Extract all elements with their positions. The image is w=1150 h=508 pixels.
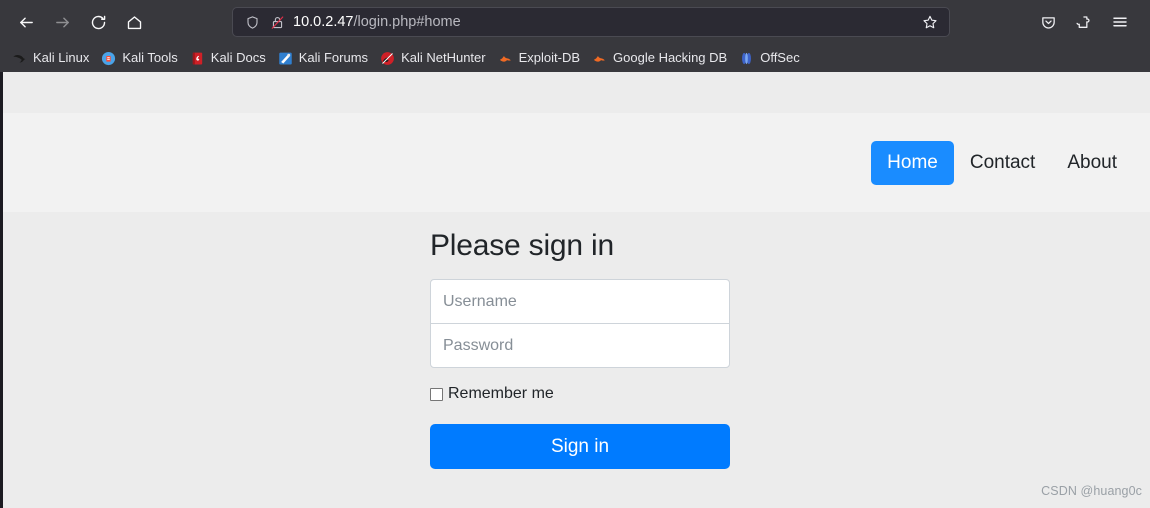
broken-lock-icon[interactable] — [268, 13, 286, 31]
nav-item-home[interactable]: Home — [871, 140, 954, 185]
bookmark-google-hacking-db[interactable]: Google Hacking DB — [586, 47, 733, 69]
bookmark-label: Kali Tools — [122, 50, 178, 65]
reload-icon — [91, 15, 105, 29]
back-button[interactable] — [10, 7, 42, 37]
signin-button[interactable]: Sign in — [430, 424, 730, 469]
url-bar[interactable]: 10.0.2.47/login.php#home — [232, 7, 950, 37]
back-arrow-icon — [19, 17, 33, 27]
page-viewport: Home Contact About Please sign in Rememb… — [0, 72, 1150, 508]
page-title: Please sign in — [430, 229, 614, 262]
signin-form: Please sign in Remember me Sign in — [430, 228, 730, 469]
app-menu-button[interactable] — [1104, 7, 1136, 37]
toolbar-right-group — [1032, 7, 1140, 37]
remember-me-checkbox[interactable] — [430, 387, 443, 401]
offsec-icon — [739, 51, 754, 66]
page-body: Please sign in Remember me Sign in CSDN … — [3, 212, 1150, 505]
bookmarks-bar: Kali Linux Kali Tools Kali Docs Kali For… — [0, 44, 1150, 72]
kali-dragon-icon — [12, 51, 27, 66]
browser-toolbar: 10.0.2.47/login.php#home — [0, 0, 1150, 44]
home-icon — [127, 15, 141, 29]
bookmark-kali-linux[interactable]: Kali Linux — [6, 47, 95, 69]
site-nav-links: Home Contact About — [871, 140, 1133, 185]
kali-nethunter-icon — [380, 51, 395, 66]
kali-forums-icon — [278, 51, 293, 66]
bookmark-label: Google Hacking DB — [613, 50, 728, 65]
bookmark-kali-nethunter[interactable]: Kali NetHunter — [374, 47, 492, 69]
watermark: CSDN @huang0c — [1041, 484, 1142, 498]
nav-item-about[interactable]: About — [1051, 141, 1133, 185]
shield-icon[interactable] — [243, 13, 261, 31]
extensions-button[interactable] — [1068, 7, 1100, 37]
forward-button[interactable] — [46, 7, 78, 37]
reload-button[interactable] — [82, 7, 114, 37]
pocket-icon — [1041, 16, 1055, 29]
remember-me-row: Remember me — [430, 385, 730, 403]
extensions-puzzle-icon — [1075, 15, 1090, 28]
bookmark-exploit-db[interactable]: Exploit-DB — [492, 47, 586, 69]
hamburger-menu-icon — [1113, 17, 1127, 27]
bookmark-label: Kali NetHunter — [401, 50, 486, 65]
bookmark-offsec[interactable]: OffSec — [733, 47, 806, 69]
bookmark-star-icon[interactable] — [917, 9, 943, 35]
bookmark-label: Kali Docs — [210, 50, 266, 65]
kali-docs-icon — [190, 51, 205, 66]
url-path: /login.php#home — [353, 14, 461, 30]
bookmark-kali-docs[interactable]: Kali Docs — [184, 47, 272, 69]
home-button[interactable] — [118, 7, 150, 37]
google-hacking-db-icon — [592, 51, 607, 66]
bookmark-label: OffSec — [760, 50, 800, 65]
urlbar-container: 10.0.2.47/login.php#home — [154, 7, 1028, 37]
exploit-db-icon — [498, 51, 513, 66]
pocket-button[interactable] — [1032, 7, 1064, 37]
page-top-strip — [3, 72, 1150, 113]
nav-item-contact[interactable]: Contact — [954, 141, 1051, 185]
forward-arrow-icon — [55, 17, 69, 27]
bookmark-kali-tools[interactable]: Kali Tools — [95, 47, 183, 69]
username-input[interactable] — [430, 279, 730, 324]
browser-chrome: 10.0.2.47/login.php#home Kali Linux Kali… — [0, 0, 1150, 72]
url-host: 10.0.2.47 — [293, 14, 354, 30]
bookmark-label: Kali Linux — [33, 50, 90, 65]
kali-tools-icon — [101, 51, 116, 66]
bookmark-kali-forums[interactable]: Kali Forums — [272, 47, 374, 69]
bookmark-label: Exploit-DB — [518, 50, 581, 65]
bookmark-label: Kali Forums — [298, 50, 369, 65]
remember-me-label[interactable]: Remember me — [448, 385, 554, 403]
password-input[interactable] — [430, 323, 730, 368]
site-navbar: Home Contact About — [3, 113, 1150, 212]
url-text: 10.0.2.47/login.php#home — [293, 13, 917, 31]
